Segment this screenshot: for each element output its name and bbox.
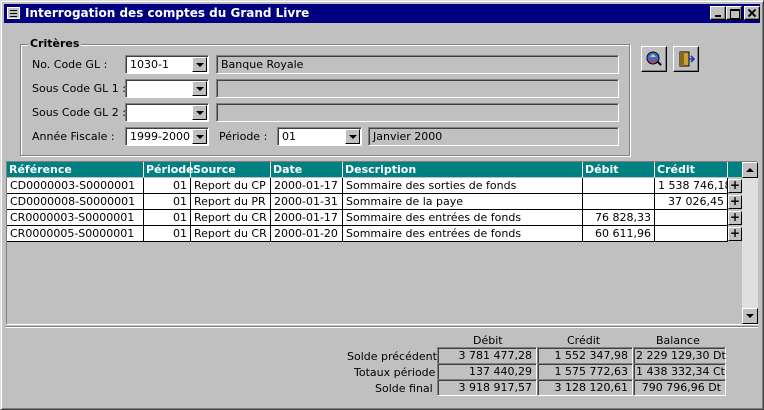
solde-precedent-label: Solde précédent :: [347, 350, 445, 363]
solde-final-label: Solde final :: [375, 382, 440, 395]
search-button[interactable]: [641, 46, 667, 72]
cell-debit[interactable]: 60 611,96: [583, 226, 655, 242]
cell-reference[interactable]: CD0000003-S0000001: [7, 178, 144, 194]
sous-code-gl1-label: Sous Code GL 1 :: [32, 82, 126, 95]
periode-value: 01: [282, 130, 296, 143]
code-gl-label: No. Code GL :: [32, 58, 108, 71]
sous-code-gl1-dropdown-arrow[interactable]: [192, 81, 207, 96]
row-detail-plus-icon[interactable]: +: [728, 195, 742, 209]
code-gl-description: Banque Royale: [216, 55, 619, 74]
totals-debit-header: Débit: [473, 334, 503, 347]
transactions-grid: Référence Période Source Date Descriptio…: [6, 161, 758, 325]
code-gl-value: 1030-1: [130, 58, 169, 71]
annee-fiscale-label: Année Fiscale :: [32, 130, 115, 143]
cell-date[interactable]: 2000-01-17: [271, 210, 343, 226]
totaux-periode-credit: 1 575 772,63: [537, 363, 633, 380]
col-periode-header[interactable]: Période: [144, 162, 194, 177]
col-debit-header[interactable]: Débit: [583, 162, 655, 177]
exit-door-icon: [679, 51, 696, 67]
cell-credit[interactable]: 1 538 746,18: [655, 178, 728, 194]
row-detail-plus-icon[interactable]: +: [728, 179, 742, 193]
solde-precedent-debit: 3 781 477,28: [437, 347, 537, 364]
periode-description: Janvier 2000: [368, 127, 619, 146]
maximize-button[interactable]: [726, 6, 742, 20]
col-description-header[interactable]: Description: [343, 162, 583, 177]
col-reference-header[interactable]: Référence: [7, 162, 144, 177]
totaux-periode-balance: 1 438 332,34 Ct: [633, 363, 726, 380]
code-gl-dropdown-arrow[interactable]: [192, 57, 207, 72]
cell-credit[interactable]: [655, 210, 728, 226]
periode-combo[interactable]: 01: [277, 127, 362, 146]
sous-code-gl2-dropdown-arrow[interactable]: [192, 105, 207, 120]
sous-code-gl2-label: Sous Code GL 2 :: [32, 106, 126, 119]
sous-code-gl1-combo[interactable]: [125, 79, 209, 98]
totals-balance-header: Balance: [656, 334, 700, 347]
solde-final-balance: 790 796,96 Dt: [633, 379, 726, 396]
annee-fiscale-dropdown-arrow[interactable]: [192, 129, 207, 144]
grid-header: Référence Période Source Date Descriptio…: [7, 162, 742, 177]
window-title: Interrogation des comptes du Grand Livre: [25, 6, 310, 20]
cell-periode[interactable]: 01: [144, 210, 191, 226]
col-source-header[interactable]: Source: [191, 162, 271, 177]
totaux-periode-debit: 137 440,29: [437, 363, 537, 380]
row-detail-plus-icon[interactable]: +: [728, 211, 742, 225]
col-credit-header[interactable]: Crédit: [655, 162, 728, 177]
annee-fiscale-combo[interactable]: 1999-2000: [125, 127, 209, 146]
cell-reference[interactable]: CR0000003-S0000001: [7, 210, 144, 226]
cell-description[interactable]: Sommaire des sorties de fonds: [343, 178, 583, 194]
cell-periode[interactable]: 01: [144, 226, 191, 242]
cell-periode[interactable]: 01: [144, 194, 191, 210]
vertical-scrollbar[interactable]: [742, 162, 758, 324]
title-bar[interactable]: Interrogation des comptes du Grand Livre: [4, 4, 760, 23]
cell-date[interactable]: 2000-01-20: [271, 226, 343, 242]
criteria-legend: Critères: [28, 37, 82, 50]
cell-periode[interactable]: 01: [144, 178, 191, 194]
totals-credit-header: Crédit: [567, 334, 601, 347]
cell-reference[interactable]: CD0000008-S0000001: [7, 194, 144, 210]
exit-button[interactable]: [673, 46, 699, 72]
cell-date[interactable]: 2000-01-17: [271, 178, 343, 194]
minimize-button[interactable]: [710, 6, 726, 20]
cell-description[interactable]: Sommaire de la paye: [343, 194, 583, 210]
cell-debit[interactable]: 76 828,33: [583, 210, 655, 226]
form-icon[interactable]: [7, 7, 20, 19]
cell-date[interactable]: 2000-01-31: [271, 194, 343, 210]
cell-credit[interactable]: [655, 226, 728, 242]
col-date-header[interactable]: Date: [271, 162, 343, 177]
close-button[interactable]: [744, 6, 760, 20]
cell-source[interactable]: Report du CR: [191, 226, 271, 242]
sous-code-gl2-combo[interactable]: [125, 103, 209, 122]
cell-description[interactable]: Sommaire des entrées de fonds: [343, 226, 583, 242]
solde-precedent-credit: 1 552 347,98: [537, 347, 633, 364]
cell-credit[interactable]: 37 026,45: [655, 194, 728, 210]
solde-precedent-balance: 2 229 129,30 Dt: [633, 347, 726, 364]
totaux-periode-label: Totaux période :: [354, 366, 443, 379]
divider: [6, 326, 758, 328]
row-detail-plus-icon[interactable]: +: [728, 227, 742, 241]
solde-final-credit: 3 128 120,61: [537, 379, 633, 396]
window: Interrogation des comptes du Grand Livre…: [0, 0, 764, 410]
solde-final-debit: 3 918 917,57: [437, 379, 537, 396]
cell-source[interactable]: Report du CR: [191, 210, 271, 226]
cell-debit[interactable]: [583, 178, 655, 194]
cell-source[interactable]: Report du PR: [191, 194, 271, 210]
cell-debit[interactable]: [583, 194, 655, 210]
annee-fiscale-value: 1999-2000: [130, 130, 190, 143]
cell-reference[interactable]: CR0000005-S0000001: [7, 226, 144, 242]
periode-label: Période :: [219, 130, 268, 143]
scroll-up-button[interactable]: [742, 162, 758, 178]
cell-source[interactable]: Report du CP: [191, 178, 271, 194]
sous-code-gl2-description: [216, 103, 619, 122]
search-icon: [646, 51, 662, 66]
code-gl-combo[interactable]: 1030-1: [125, 55, 209, 74]
scroll-down-button[interactable]: [742, 308, 758, 324]
cell-description[interactable]: Sommaire des entrées de fonds: [343, 210, 583, 226]
periode-dropdown-arrow[interactable]: [345, 129, 360, 144]
sous-code-gl1-description: [216, 79, 619, 98]
